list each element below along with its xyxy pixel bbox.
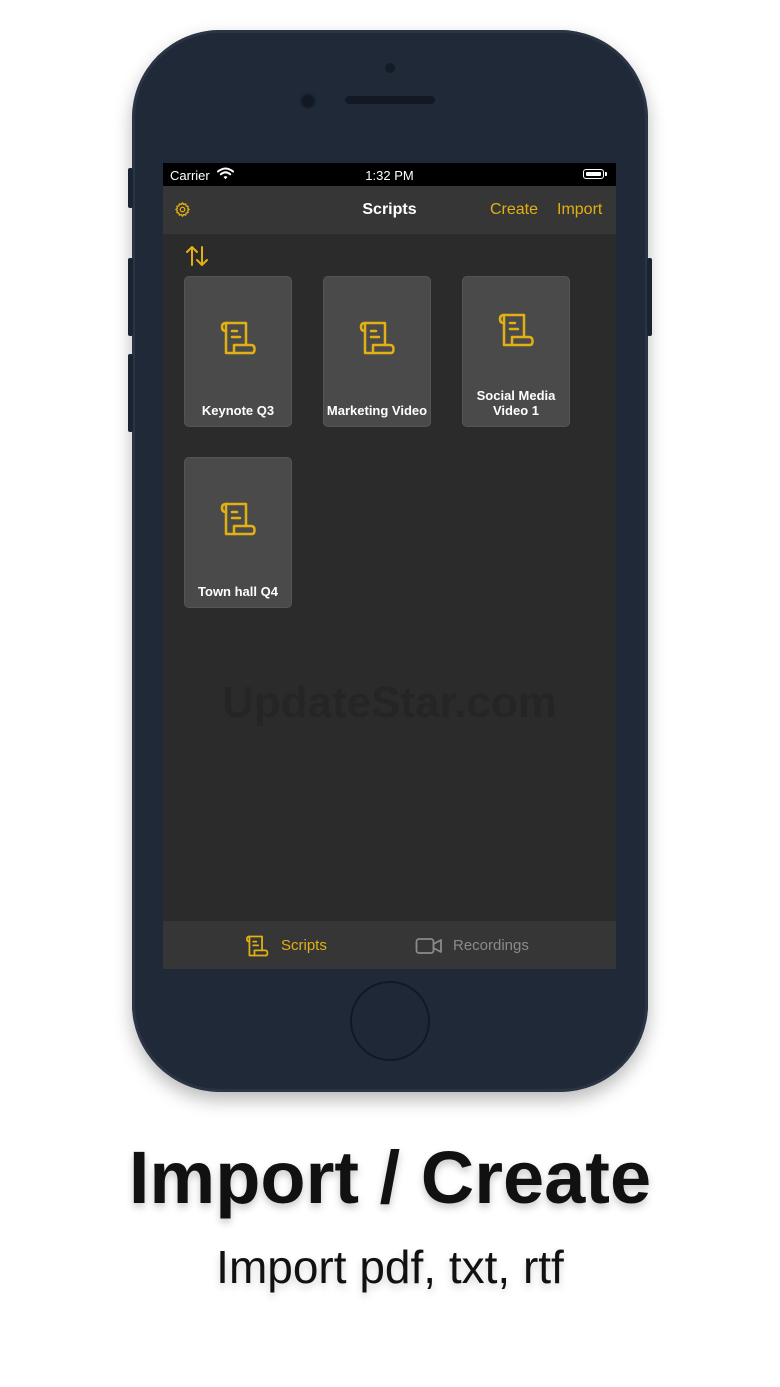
scroll-icon xyxy=(246,935,269,957)
tab-recordings-label: Recordings xyxy=(453,937,529,954)
create-button[interactable]: Create xyxy=(490,201,538,219)
script-card-social-media-video-1[interactable]: Social Media Video 1 xyxy=(462,276,570,427)
sort-icon[interactable] xyxy=(185,245,209,267)
clock: 1:32 PM xyxy=(365,168,414,183)
script-scroll-icon xyxy=(359,321,395,355)
script-scroll-icon xyxy=(498,313,534,347)
page-title: Scripts xyxy=(362,201,417,218)
silent-switch xyxy=(128,168,133,208)
front-camera xyxy=(302,95,314,107)
script-title: Social Media Video 1 xyxy=(476,388,556,418)
script-card-marketing-video[interactable]: Marketing Video xyxy=(323,276,431,427)
script-card-town-hall-q4[interactable]: Town hall Q4 xyxy=(184,457,292,608)
import-button[interactable]: Import xyxy=(557,201,602,219)
proximity-sensor xyxy=(385,63,395,73)
script-title: Marketing Video xyxy=(326,403,428,418)
earpiece-speaker xyxy=(345,96,435,104)
battery-icon xyxy=(583,169,607,179)
home-button xyxy=(350,981,430,1061)
power-button xyxy=(647,258,652,336)
video-camera-icon xyxy=(415,938,442,954)
tab-bar: Scripts Recordings xyxy=(163,921,616,969)
status-bar: Carrier 1:32 PM xyxy=(163,163,616,186)
volume-down-button xyxy=(128,354,133,432)
script-title: Town hall Q4 xyxy=(198,584,278,599)
tab-recordings[interactable]: Recordings xyxy=(415,921,545,969)
app-screen: Carrier 1:32 PM Scripts Create Import Ke… xyxy=(163,163,616,969)
promo-subline: Import pdf, txt, rtf xyxy=(216,1241,564,1293)
navigation-bar: Scripts Create Import xyxy=(163,186,616,234)
promo-headline: Import / Create xyxy=(128,1136,652,1219)
script-scroll-icon xyxy=(220,321,256,355)
watermark: UpdateStar.com xyxy=(222,678,557,727)
tab-scripts[interactable]: Scripts xyxy=(245,921,345,969)
tab-scripts-label: Scripts xyxy=(281,937,327,954)
volume-up-button xyxy=(128,258,133,336)
script-scroll-icon xyxy=(220,502,256,536)
script-card-keynote-q3[interactable]: Keynote Q3 xyxy=(184,276,292,427)
script-title: Keynote Q3 xyxy=(201,403,275,418)
